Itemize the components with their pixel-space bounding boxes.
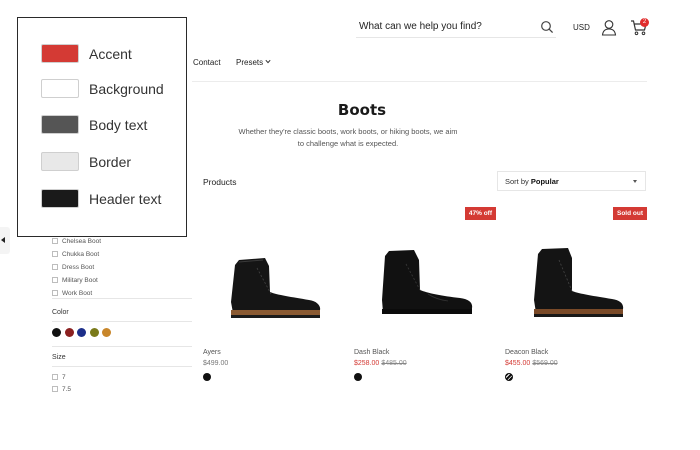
product-name[interactable]: Ayers [203, 349, 221, 356]
nav-item-presets[interactable]: Presets [236, 58, 271, 67]
search-icon[interactable] [540, 20, 554, 34]
filter-option[interactable]: Chukka Boot [52, 251, 99, 258]
boot-image[interactable] [217, 230, 335, 330]
nav-item-label: Presets [236, 58, 264, 67]
color-swatch-border[interactable] [41, 152, 79, 171]
filter-divider [52, 366, 192, 367]
nav-item-contact[interactable]: Contact [193, 58, 221, 67]
currency-selector[interactable]: USD [573, 23, 590, 32]
sale-price: $258.00 [354, 360, 380, 367]
filter-heading-color[interactable]: Color [52, 309, 69, 316]
sale-price: $455.00 [505, 360, 531, 367]
product-price: $455.00 $569.00 [505, 360, 558, 367]
product-price: $499.00 [203, 360, 229, 367]
setting-label: Body text [89, 117, 148, 133]
header-divider [192, 81, 647, 82]
cart-count-badge: 2 [640, 18, 649, 27]
color-swatch-header-text[interactable] [41, 189, 79, 208]
sold-out-badge: Sold out [613, 207, 647, 220]
sort-dropdown[interactable]: Sort by Popular [497, 171, 646, 191]
checkbox[interactable] [52, 374, 58, 380]
product-card[interactable]: Sold out Deacon Black $455.00 $569.00 [505, 205, 647, 385]
collection-title: Boots [337, 101, 387, 119]
search-input[interactable]: What can we help you find? [356, 16, 556, 38]
filter-divider [52, 321, 192, 322]
color-swatch[interactable] [354, 373, 362, 381]
filter-option[interactable]: Chelsea Boot [52, 238, 101, 245]
color-settings-popover: Accent Background Body text Border Heade… [17, 17, 187, 237]
discount-badge: 47% off [464, 207, 496, 220]
chevron-down-icon [265, 59, 271, 64]
color-swatch-accent[interactable] [41, 44, 79, 63]
boot-image[interactable] [368, 230, 486, 330]
color-filter-swatch[interactable] [64, 328, 74, 337]
color-filter-swatch[interactable] [77, 328, 86, 337]
color-swatch[interactable] [203, 373, 211, 381]
checkbox[interactable] [52, 290, 58, 296]
checkbox[interactable] [52, 264, 58, 270]
size-list-clip: 7.5 [52, 386, 192, 393]
arrow-left-icon [1, 237, 5, 243]
account-icon[interactable] [601, 19, 617, 36]
sort-label: Sort by Popular [505, 177, 559, 186]
filter-option[interactable]: Work Boot [52, 290, 92, 297]
compare-price: $569.00 [532, 360, 558, 367]
color-swatch[interactable] [505, 373, 513, 381]
filter-option[interactable]: 7 [52, 374, 66, 381]
search-placeholder: What can we help you find? [359, 21, 482, 32]
sort-value: Popular [530, 177, 559, 186]
filter-option[interactable]: Military Boot [52, 277, 98, 284]
checkbox[interactable] [52, 238, 58, 244]
checkbox[interactable] [52, 386, 58, 392]
compare-price: $485.00 [381, 360, 407, 367]
filter-option[interactable]: 7.5 [52, 386, 71, 393]
sidebar-toggle[interactable] [0, 227, 10, 254]
product-name[interactable]: Deacon Black [505, 349, 548, 356]
setting-label: Border [89, 154, 132, 170]
product-price: $258.00 $485.00 [354, 360, 407, 367]
product-name[interactable]: Dash Black [354, 349, 389, 356]
products-label: Products [203, 177, 237, 187]
color-swatch-body-text[interactable] [41, 115, 79, 134]
filter-heading-size[interactable]: Size [52, 354, 66, 361]
setting-label: Accent [89, 46, 132, 62]
product-card[interactable]: 47% off Dash Black $258.00 $485.00 [354, 205, 496, 385]
product-card[interactable]: Ayers $499.00 [203, 205, 345, 385]
filter-divider [52, 346, 192, 347]
boot-image[interactable] [519, 230, 637, 330]
caret-down-icon [633, 180, 637, 183]
color-filter-swatch[interactable] [102, 328, 111, 337]
color-swatch-background[interactable] [41, 79, 79, 98]
color-filter-swatch[interactable] [89, 328, 99, 337]
checkbox[interactable] [52, 277, 58, 283]
collection-description: Whether they're classic boots, work boot… [238, 127, 458, 148]
filter-option[interactable]: Dress Boot [52, 264, 94, 271]
color-filter-swatch[interactable] [52, 328, 61, 337]
checkbox[interactable] [52, 251, 58, 257]
setting-label: Background [89, 81, 164, 97]
setting-label: Header text [89, 191, 162, 207]
filter-divider [52, 298, 192, 299]
